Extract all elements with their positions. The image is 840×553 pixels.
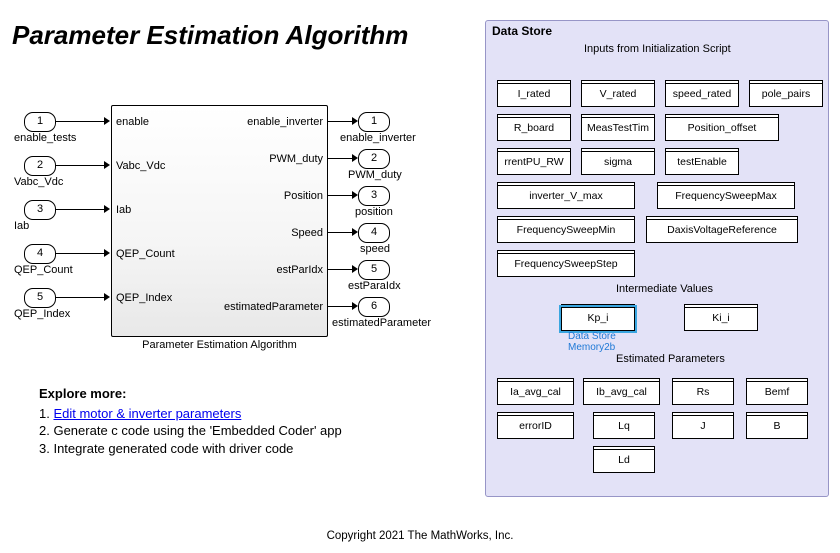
- ds-block[interactable]: Bemf: [746, 381, 808, 405]
- outport-1-label: enable_inverter: [340, 132, 416, 144]
- wire: [56, 297, 105, 298]
- ds-block[interactable]: Position_offset: [665, 117, 779, 141]
- inport-5-label: QEP_Index: [14, 308, 70, 320]
- port-in-label: Iab: [116, 204, 131, 216]
- explore-item: 3. Integrate generated code with driver …: [39, 440, 342, 458]
- ds-block[interactable]: pole_pairs: [749, 83, 823, 107]
- arrow-icon: [104, 293, 110, 301]
- wire: [327, 121, 353, 122]
- ds-block[interactable]: errorID: [497, 415, 574, 439]
- ds-selected-caption: Data Store Memory2b: [568, 331, 616, 353]
- ds-block-selected[interactable]: Kp_i: [561, 307, 635, 331]
- ds-block[interactable]: V_rated: [581, 83, 655, 107]
- datastore-inputs-header: Inputs from Initialization Script: [584, 43, 731, 55]
- ds-block[interactable]: B: [746, 415, 808, 439]
- port-in-label: QEP_Count: [116, 248, 175, 260]
- inport-5[interactable]: 5: [24, 288, 56, 308]
- ds-block[interactable]: Ld: [593, 449, 655, 473]
- ds-block[interactable]: I_rated: [497, 83, 571, 107]
- wire: [327, 306, 353, 307]
- ds-block[interactable]: J: [672, 415, 734, 439]
- subsystem-block[interactable]: enable Vabc_Vdc Iab QEP_Count QEP_Index …: [111, 105, 328, 337]
- datastore-estimated-header: Estimated Parameters: [616, 353, 725, 365]
- inport-3-label: Iab: [14, 220, 29, 232]
- outport-2-label: PWM_duty: [348, 169, 402, 181]
- arrow-icon: [104, 117, 110, 125]
- explore-header: Explore more:: [39, 385, 342, 403]
- port-in-label: QEP_Index: [116, 292, 172, 304]
- wire: [327, 195, 353, 196]
- arrow-icon: [104, 205, 110, 213]
- outport-1[interactable]: 1: [358, 112, 390, 132]
- inport-1[interactable]: 1: [24, 112, 56, 132]
- ds-block[interactable]: Lq: [593, 415, 655, 439]
- ds-block[interactable]: FrequencySweepStep: [497, 253, 635, 277]
- port-out-label: enable_inverter: [247, 116, 323, 128]
- wire: [56, 253, 105, 254]
- ds-block[interactable]: Rs: [672, 381, 734, 405]
- ds-block[interactable]: Ki_i: [684, 307, 758, 331]
- page-title: Parameter Estimation Algorithm: [12, 20, 408, 51]
- ds-block[interactable]: MeasTestTim: [581, 117, 655, 141]
- arrow-icon: [104, 249, 110, 257]
- wire: [327, 269, 353, 270]
- ds-block[interactable]: testEnable: [665, 151, 739, 175]
- outport-4[interactable]: 4: [358, 223, 390, 243]
- wire: [56, 209, 105, 210]
- port-out-label: PWM_duty: [269, 153, 323, 165]
- ds-block[interactable]: FrequencySweepMin: [497, 219, 635, 243]
- explore-more-section: Explore more: 1. Edit motor & inverter p…: [39, 385, 342, 457]
- explore-item: 2. Generate c code using the 'Embedded C…: [39, 422, 342, 440]
- arrow-icon: [104, 161, 110, 169]
- inport-4[interactable]: 4: [24, 244, 56, 264]
- port-out-label: Position: [284, 190, 323, 202]
- copyright: Copyright 2021 The MathWorks, Inc.: [327, 530, 514, 542]
- port-out-label: Speed: [291, 227, 323, 239]
- inport-3[interactable]: 3: [24, 200, 56, 220]
- wire: [56, 165, 105, 166]
- outport-4-label: speed: [360, 243, 390, 255]
- ds-block[interactable]: sigma: [581, 151, 655, 175]
- explore-item: 1. Edit motor & inverter parameters: [39, 405, 342, 423]
- wire: [327, 158, 353, 159]
- wire: [327, 232, 353, 233]
- ds-block[interactable]: speed_rated: [665, 83, 739, 107]
- outport-5[interactable]: 5: [358, 260, 390, 280]
- port-in-label: Vabc_Vdc: [116, 160, 165, 172]
- datastore-intermediate-header: Intermediate Values: [616, 283, 713, 295]
- ds-block[interactable]: Ia_avg_cal: [497, 381, 574, 405]
- outport-6-label: estimatedParameter: [332, 317, 431, 329]
- outport-3[interactable]: 3: [358, 186, 390, 206]
- inport-2[interactable]: 2: [24, 156, 56, 176]
- subsystem-name: Parameter Estimation Algorithm: [142, 339, 297, 351]
- outport-2[interactable]: 2: [358, 149, 390, 169]
- ds-block[interactable]: rrentPU_RW: [497, 151, 571, 175]
- datastore-title: Data Store: [492, 24, 552, 38]
- datastore-panel: Data Store Inputs from Initialization Sc…: [485, 20, 829, 497]
- inport-1-label: enable_tests: [14, 132, 76, 144]
- ds-block[interactable]: inverter_V_max: [497, 185, 635, 209]
- ds-block[interactable]: FrequencySweepMax: [657, 185, 795, 209]
- port-in-label: enable: [116, 116, 149, 128]
- outport-3-label: position: [355, 206, 393, 218]
- port-out-label: estParIdx: [277, 264, 323, 276]
- wire: [56, 121, 105, 122]
- edit-parameters-link[interactable]: Edit motor & inverter parameters: [53, 406, 241, 421]
- inport-4-label: QEP_Count: [14, 264, 73, 276]
- inport-2-label: Vabc_Vdc: [14, 176, 63, 188]
- outport-6[interactable]: 6: [358, 297, 390, 317]
- ds-block[interactable]: DaxisVoltageReference: [646, 219, 798, 243]
- ds-block[interactable]: R_board: [497, 117, 571, 141]
- ds-block[interactable]: Ib_avg_cal: [583, 381, 660, 405]
- outport-5-label: estParaIdx: [348, 280, 401, 292]
- port-out-label: estimatedParameter: [224, 301, 323, 313]
